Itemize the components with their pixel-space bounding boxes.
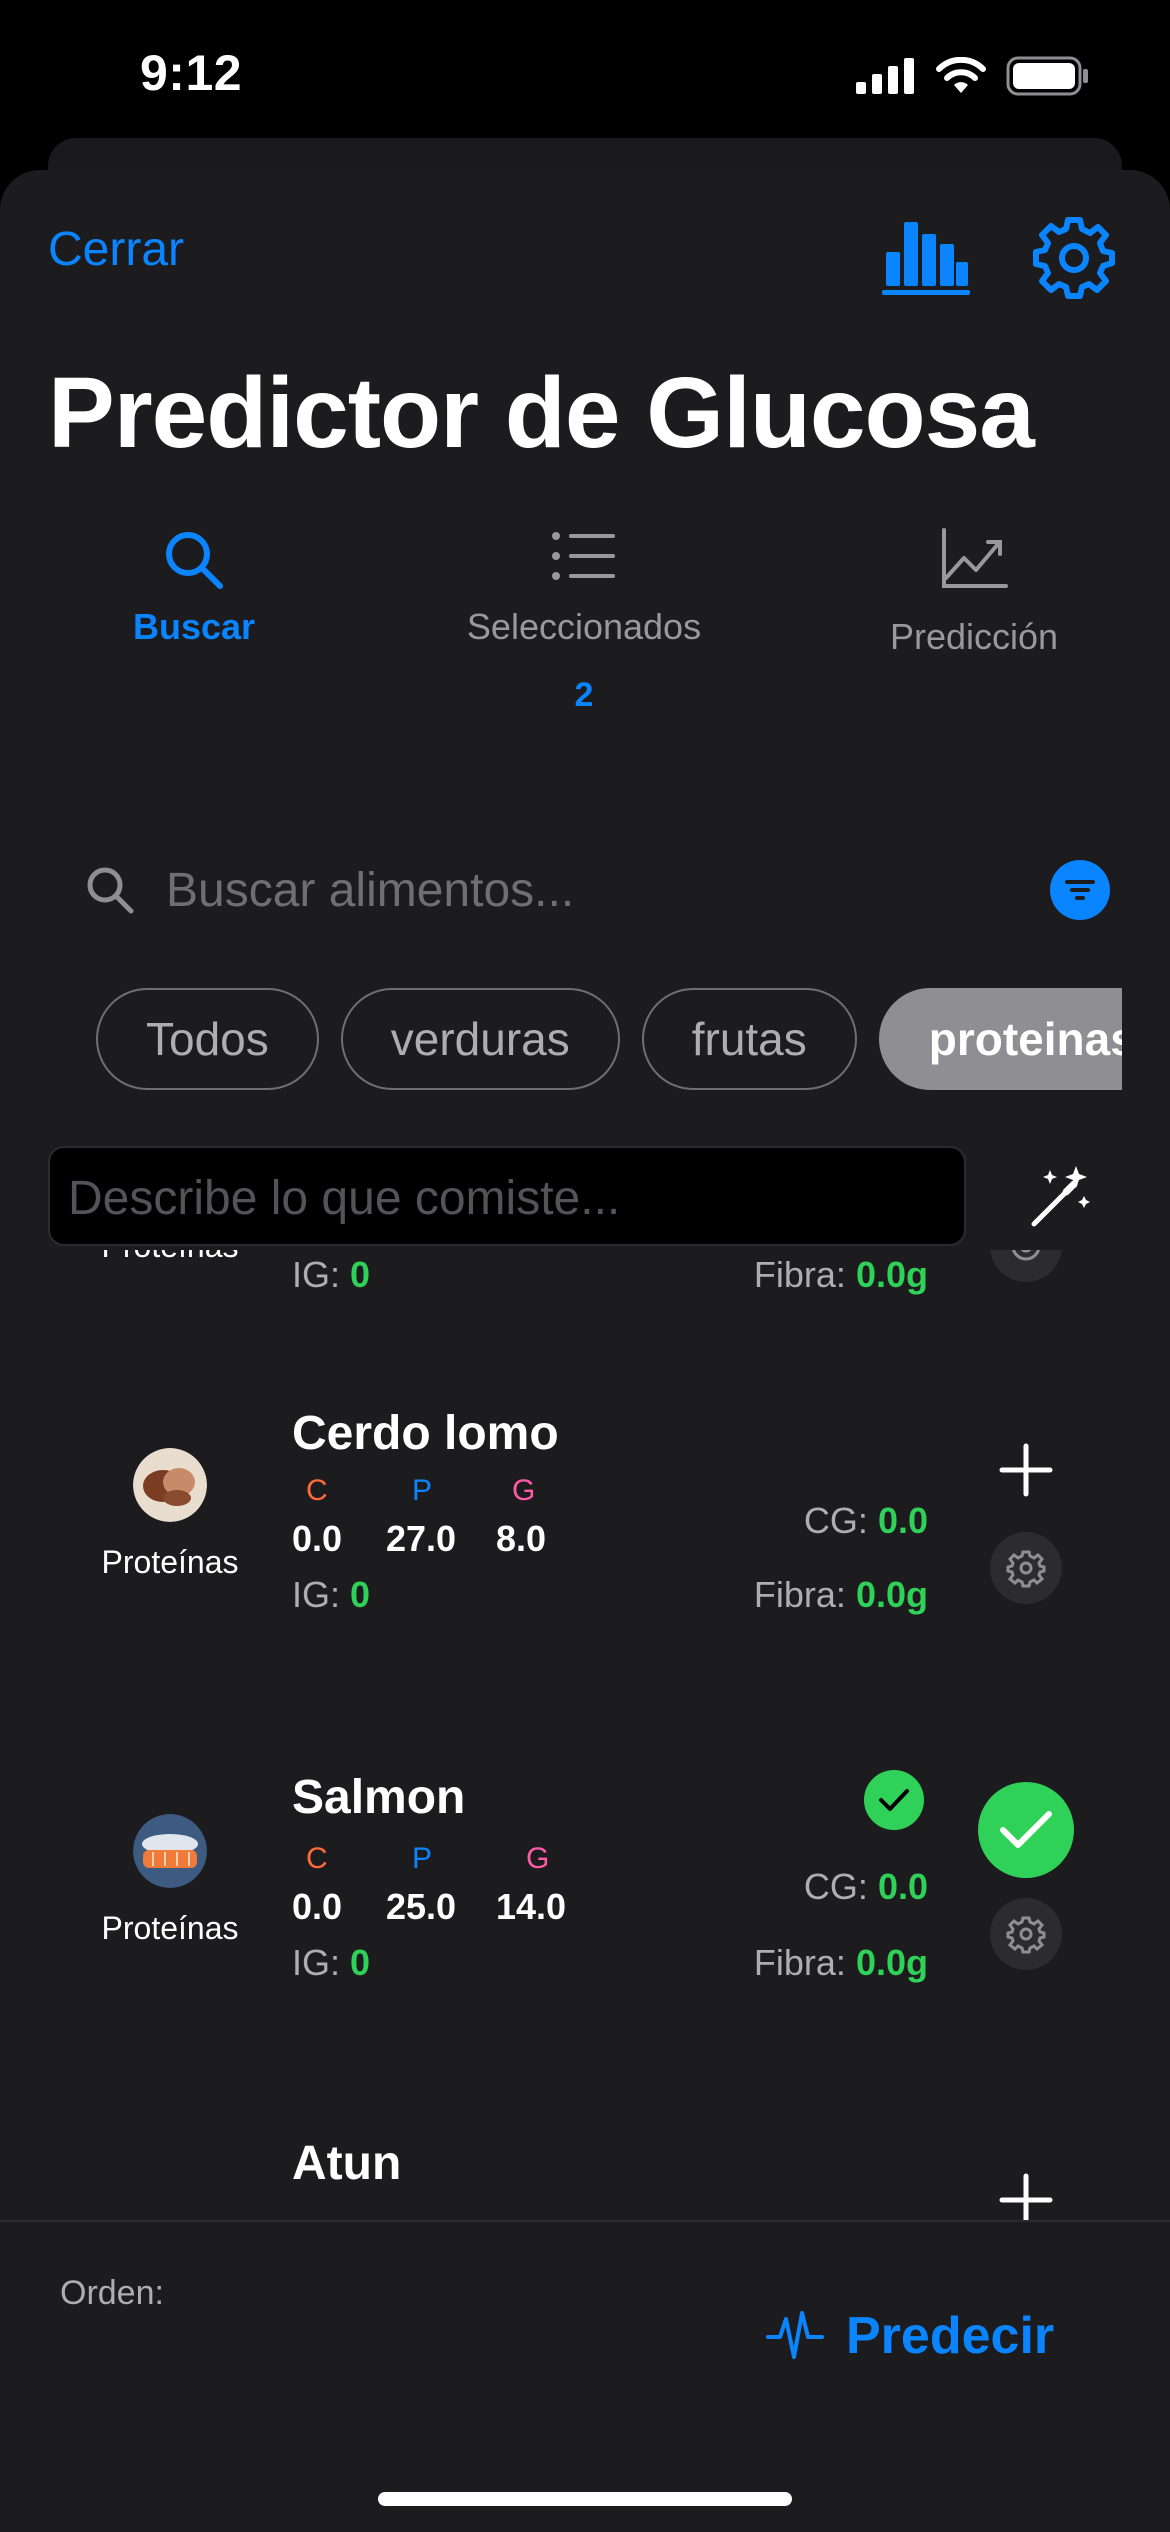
protein-label: P [412,1474,433,1507]
list-item[interactable]: Atun [0,2136,1170,2220]
tab-label: Predicción [889,616,1059,657]
close-button[interactable]: Cerrar [48,222,184,277]
fiber-value: Fibra: 0.0g [753,1942,928,1983]
search-input[interactable] [166,848,966,932]
protein-label: P [412,1842,433,1875]
checkmark-icon [879,1789,909,1811]
category-label: Proteínas [101,1910,239,1946]
protein-value: 27.0 [386,1518,457,1559]
list-icon [552,532,615,580]
category-block: Proteínas [70,1448,270,1581]
carbs-value: 0.0 [292,1886,343,1927]
tab-label: Seleccionados [466,606,702,647]
gear-icon [1006,1550,1046,1588]
status-time: 9:12 [140,45,243,101]
remove-button[interactable] [978,1782,1074,1878]
gear-icon[interactable] [1030,214,1118,302]
category-chips: Todos verduras frutas proteinas [96,988,1122,1094]
food-thumbnail [133,1448,207,1522]
carbs-label: C [306,1842,328,1875]
item-settings-button[interactable] [990,1250,1062,1282]
category-block: Proteínas [70,1814,270,1947]
cellular-signal-icon [856,58,914,94]
search-bar [48,836,1122,944]
fiber-value: Fibra: 0.0g [753,1574,928,1615]
carbs-value: 0.0 [292,1518,343,1559]
battery-icon [1006,56,1088,96]
fat-value: 8.0 [496,1518,547,1559]
selected-count-badge: 2 [574,676,594,714]
add-icon[interactable] [990,1434,1062,1506]
fat-label: G [512,1474,536,1507]
gear-icon [1006,1916,1046,1954]
tab-prediccion[interactable]: Predicción [824,528,1124,658]
search-field-icon [87,867,134,914]
cg-value: CG: 0.0 [803,1866,928,1907]
chip-todos[interactable]: Todos [96,988,319,1090]
fat-label: G [526,1842,550,1875]
search-icon [166,532,223,589]
app-screen: 9:12 Cerrar Predictor de Glucosa Buscar … [0,0,1170,2532]
predict-button[interactable]: Predecir [766,2296,1054,2376]
salmon-image [133,1814,207,1888]
ig-value: IG: 0 [292,1942,371,1983]
food-name: Atun [292,2137,402,2190]
cg-value: CG: 0.0 [803,1500,928,1541]
filter-button[interactable] [1050,860,1110,920]
category-label: Proteínas [70,1250,270,1265]
list-item[interactable]: Proteínas Cerdo lomo C P G 0.0 27.0 8.0 … [0,1406,1170,1766]
item-settings-button[interactable] [990,1532,1062,1604]
protein-value: 25.0 [386,1886,457,1927]
pork-image [133,1448,207,1522]
describe-bar [48,1146,966,1246]
filter-icon [1065,880,1095,900]
wifi-icon [936,57,986,93]
category-label: Proteínas [101,1544,239,1580]
carbs-label: C [306,1474,328,1507]
add-icon[interactable] [990,2164,1062,2220]
checkmark-icon [1000,1811,1052,1848]
tab-seleccionados[interactable]: Seleccionados 2 [434,528,734,715]
describe-input[interactable] [68,1158,948,1238]
food-name: Cerdo lomo [292,1407,559,1460]
chart-line-icon [942,528,1008,588]
ig-value: IG: 0 [292,1574,371,1615]
page-title: Predictor de Glucosa [48,357,1035,469]
order-label: Orden: [60,2274,164,2312]
selected-indicator [864,1770,924,1830]
predict-label: Predecir [846,2307,1055,2365]
food-name: Salmon [292,1771,466,1824]
list-item[interactable]: Proteínas Salmon C P G 0.0 25.0 14.0 IG:… [0,1770,1170,2130]
status-icons [856,56,1090,96]
magic-wand-icon[interactable] [1026,1162,1094,1230]
fat-value: 14.0 [496,1886,567,1927]
item-settings-button[interactable] [990,1898,1062,1970]
gear-icon [1012,1250,1040,1261]
chip-proteinas[interactable]: proteinas [878,988,1122,1090]
food-list: Proteínas IG: 0 Fibra: 0.0g [0,1250,1170,2220]
chip-frutas[interactable]: frutas [641,988,857,1090]
fiber-value: Fibra: 0.0g [753,1254,928,1295]
bottom-bar: Orden: Predecir [0,2220,1170,2532]
bar-chart-icon[interactable] [882,218,970,296]
chip-verduras[interactable]: verduras [340,988,620,1090]
tab-label: Buscar [132,606,256,647]
waveform-icon [766,2311,824,2359]
tab-buscar[interactable]: Buscar [44,528,344,648]
modal-sheet: Cerrar Predictor de Glucosa Buscar Selec… [0,170,1170,2532]
ig-value: IG: 0 [292,1254,371,1295]
food-thumbnail [133,1814,207,1888]
home-indicator [378,2492,792,2506]
